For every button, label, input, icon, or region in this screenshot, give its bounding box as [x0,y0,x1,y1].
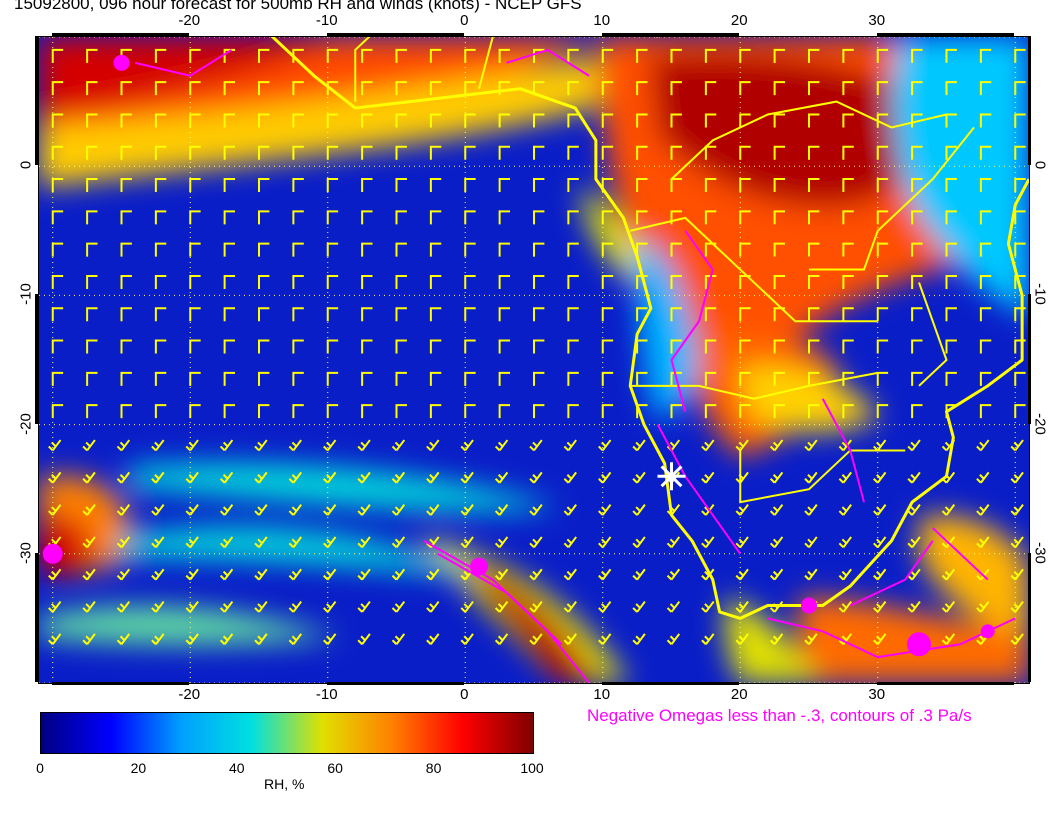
top-tick-label: -10 [315,12,338,29]
top-tick-label: 0 [460,12,469,29]
bottom-tick-label: 10 [593,686,611,703]
omega-note: Negative Omegas less than -.3, contours … [587,706,972,725]
colorbar-tick-label: 100 [520,760,544,776]
left-tick-label: -30 [17,541,35,564]
top-tick-label: 30 [868,12,886,29]
right-tick-label: -30 [1031,541,1049,564]
bottom-tick-label: -20 [178,686,201,703]
frame-edge-bar [35,294,38,424]
bottom-tick-label: 20 [730,686,748,703]
top-tick-label: 10 [593,12,611,29]
bottom-tick-label: 30 [868,686,886,703]
colorbar-tick-label: 80 [425,760,442,776]
frame-edge-bar [51,33,190,36]
frame-edge-bar [35,552,38,682]
right-tick-label: -20 [1031,412,1049,435]
left-tick-label: 0 [17,161,35,170]
frame-edge-bar [35,36,38,166]
colorbar-label: RH, % [264,776,305,792]
location-star-icon [657,462,686,491]
frame-edge-bar [1028,36,1031,166]
bottom-tick-label: -10 [315,686,338,703]
rh-wind-map [39,37,1029,683]
bottom-tick-label: 0 [460,686,469,703]
frame-edge-bar [1028,552,1031,682]
frame-edge-bar [876,682,1015,685]
top-tick-label: -20 [178,12,201,29]
colorbar-tick-label: 0 [36,760,44,776]
left-tick-label: -20 [17,412,35,435]
right-tick-label: -10 [1031,283,1049,306]
map-title: 15092800, 096 hour forecast for 500mb RH… [14,0,582,13]
frame-edge-bar [876,33,1015,36]
top-tick-label: 20 [730,12,748,29]
frame-edge-bar [326,682,465,685]
frame-edge-bar [601,682,740,685]
frame-edge-bar [1028,294,1031,424]
colorbar-tick-label: 20 [130,760,147,776]
frame-edge-bar [326,33,465,36]
colorbar-tick-label: 40 [229,760,245,776]
map-panel[interactable] [38,36,1030,684]
left-tick-label: -10 [17,283,35,306]
rh-colorbar [40,712,534,754]
colorbar-tick-label: 60 [327,760,343,776]
frame-edge-bar [51,682,190,685]
frame-edge-bar [601,33,740,36]
right-tick-label: 0 [1031,161,1049,170]
